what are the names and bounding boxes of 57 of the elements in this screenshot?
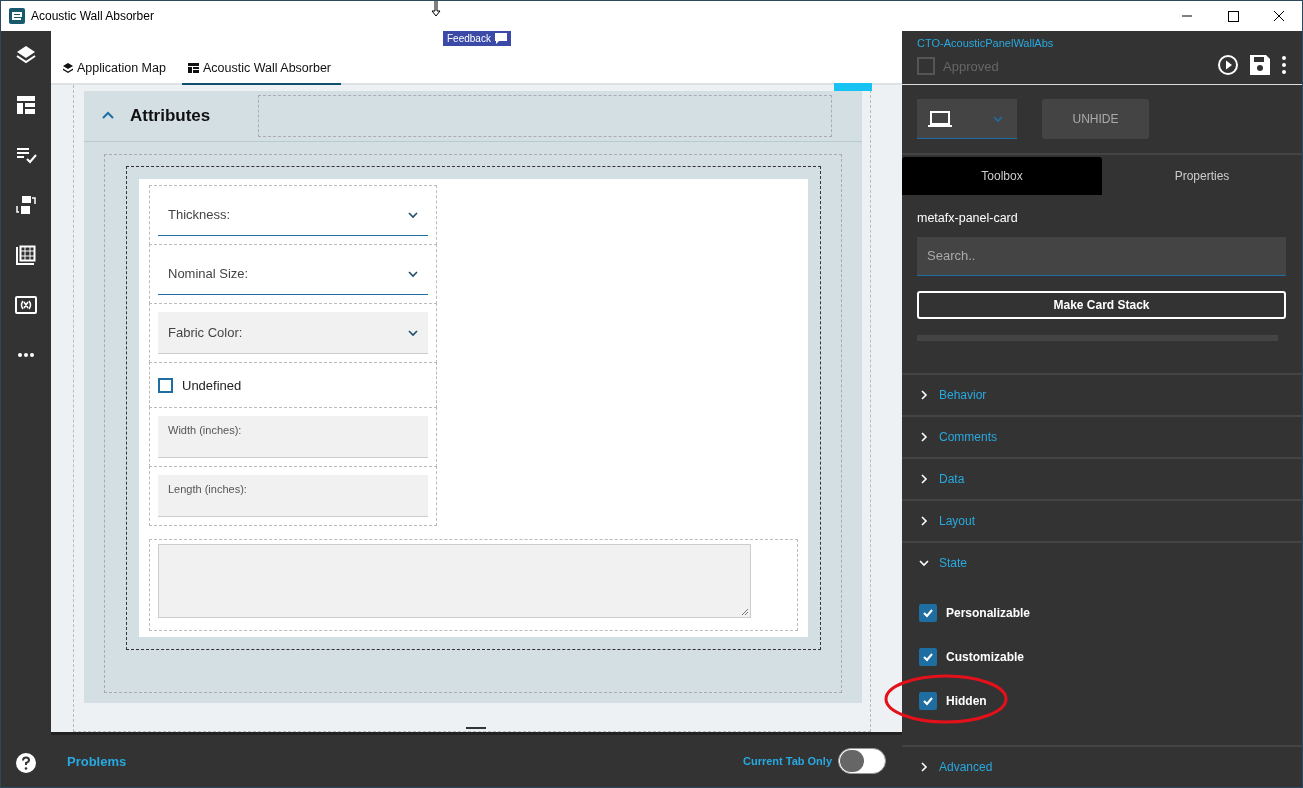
save-icon[interactable] (1249, 53, 1271, 76)
app-logo-icon (9, 8, 25, 24)
layout-icon[interactable] (14, 93, 38, 117)
laptop-icon (927, 109, 953, 128)
chevron-icon (919, 390, 929, 400)
section-header[interactable]: Data (902, 457, 1302, 499)
problems-tab[interactable]: Problems (67, 753, 127, 769)
chevron-down-icon (408, 268, 418, 279)
chat-icon (494, 33, 507, 44)
chevron-down-icon (408, 327, 418, 338)
checkbox[interactable]: Customizable (919, 648, 1024, 666)
checkbox[interactable]: Personalizable (919, 604, 1031, 622)
input-field[interactable]: Length (inches): (158, 475, 428, 517)
tab[interactable]: Toolbox (902, 157, 1102, 195)
layout-icon (187, 63, 199, 73)
chevron-icon (919, 762, 929, 772)
section-header[interactable]: Comments (902, 415, 1302, 457)
checkmark-icon (922, 651, 934, 663)
component-name: metafx-panel-card (916, 209, 1019, 227)
table-icon[interactable] (14, 243, 38, 267)
zoom-badge (834, 83, 872, 91)
checkbox[interactable]: Hidden (919, 692, 987, 710)
play-icon[interactable] (1217, 53, 1239, 76)
panel-title: Attributes (130, 106, 211, 126)
chevron-down-icon (993, 113, 1003, 124)
input-field[interactable]: Width (inches): (158, 416, 428, 458)
help-icon[interactable] (14, 751, 38, 775)
chevron-down-icon (408, 209, 418, 220)
project-name: CTO-AcousticPanelWallAbs (917, 37, 1054, 49)
unhide-button[interactable]: UNHIDE (1042, 99, 1149, 140)
section-header[interactable]: Layout (902, 499, 1302, 541)
search-field[interactable]: Search.. (917, 236, 1286, 276)
section-header[interactable]: State (902, 541, 1302, 583)
chevron-icon (919, 432, 929, 442)
checkmark-icon (922, 607, 934, 619)
window-title: Acoustic Wall Absorber (31, 9, 154, 23)
drag-handle[interactable] (466, 727, 486, 729)
resize-grip-icon (741, 608, 749, 616)
checkbox[interactable]: Undefined (158, 377, 242, 393)
chevron-icon[interactable] (102, 111, 114, 121)
toggle-label: Current Tab Only (742, 755, 832, 767)
section-header[interactable]: Advanced (902, 745, 1302, 787)
chevron-icon (919, 558, 929, 568)
feedback-button[interactable]: Feedback (443, 31, 511, 46)
swap-blocks-icon[interactable] (14, 193, 38, 217)
more-vertical-icon[interactable] (1281, 54, 1287, 75)
make-card-stack-button[interactable]: Make Card Stack (917, 290, 1286, 320)
tab[interactable]: Application Map (61, 61, 168, 85)
checkbox-box[interactable] (158, 377, 173, 393)
device-dropdown[interactable] (917, 99, 1017, 140)
section-header[interactable]: Behavior (902, 373, 1302, 415)
checkmark-icon (922, 695, 934, 707)
layers-icon (63, 63, 73, 73)
toggle-switch[interactable] (838, 748, 886, 774)
variable-icon[interactable] (14, 293, 38, 317)
chevron-icon (919, 516, 929, 526)
chevron-icon (919, 474, 929, 484)
